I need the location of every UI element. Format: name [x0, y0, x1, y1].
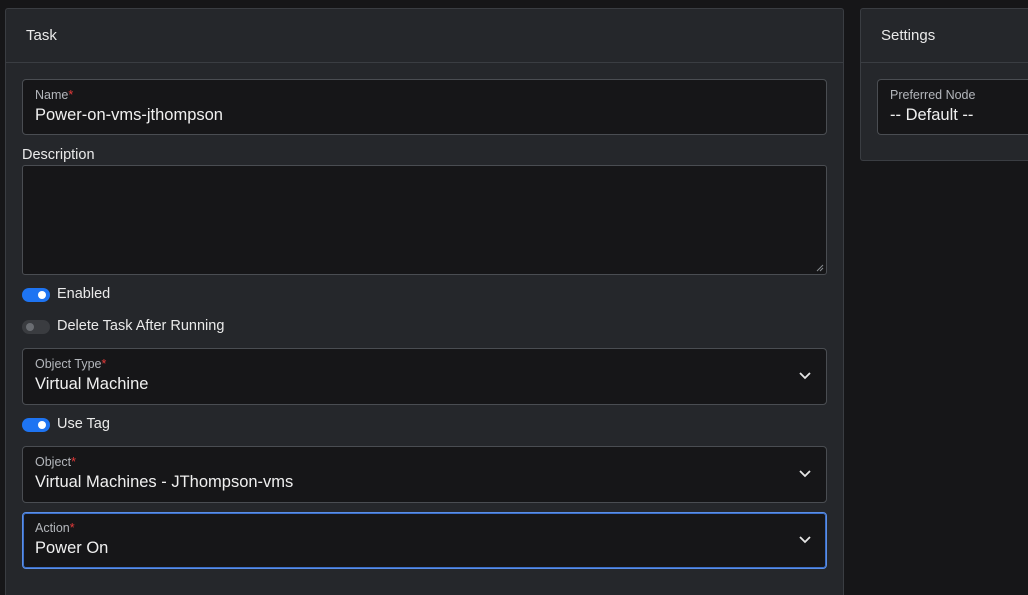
action-label: Action* [35, 521, 75, 535]
enabled-toggle[interactable] [22, 288, 50, 302]
chevron-down-icon [799, 470, 811, 478]
preferred-node-select[interactable]: Preferred Node -- Default -- [877, 79, 1028, 135]
toggle-knob [38, 291, 46, 299]
description-label: Description [22, 147, 95, 163]
name-field[interactable]: Name* Power-on-vms-jthompson [22, 79, 827, 135]
action-select[interactable]: Action* Power On [22, 512, 827, 569]
preferred-node-value: -- Default -- [890, 106, 974, 124]
required-mark: * [101, 357, 107, 371]
settings-panel-title: Settings [881, 27, 936, 44]
enabled-toggle-label: Enabled [57, 286, 111, 302]
description-textarea[interactable] [22, 165, 827, 275]
name-field-value[interactable]: Power-on-vms-jthompson [35, 106, 223, 125]
toggle-knob [38, 421, 46, 429]
object-value: Virtual Machines - JThompson-vms [35, 473, 294, 491]
preferred-node-label: Preferred Node [890, 88, 976, 102]
object-select[interactable]: Object* Virtual Machines - JThompson-vms [22, 446, 827, 503]
required-mark: * [71, 455, 77, 469]
delete-after-running-label: Delete Task After Running [57, 318, 225, 334]
object-type-select[interactable]: Object Type* Virtual Machine [22, 348, 827, 405]
object-type-label: Object Type* [35, 357, 107, 371]
object-type-value: Virtual Machine [35, 375, 149, 393]
chevron-down-icon [799, 372, 811, 380]
use-tag-toggle[interactable] [22, 418, 50, 432]
settings-panel-header: Settings [861, 9, 1028, 63]
required-mark: * [69, 521, 75, 535]
chevron-down-icon [799, 536, 811, 544]
use-tag-label: Use Tag [57, 416, 110, 432]
action-value: Power On [35, 539, 109, 557]
name-field-label: Name* [35, 88, 74, 102]
delete-after-running-toggle[interactable] [22, 320, 50, 334]
task-panel-header: Task [6, 9, 843, 63]
object-label: Object* [35, 455, 77, 469]
task-panel-title: Task [26, 27, 57, 44]
required-mark: * [68, 88, 74, 102]
resize-grip-icon[interactable] [816, 264, 824, 272]
toggle-knob [26, 323, 34, 331]
